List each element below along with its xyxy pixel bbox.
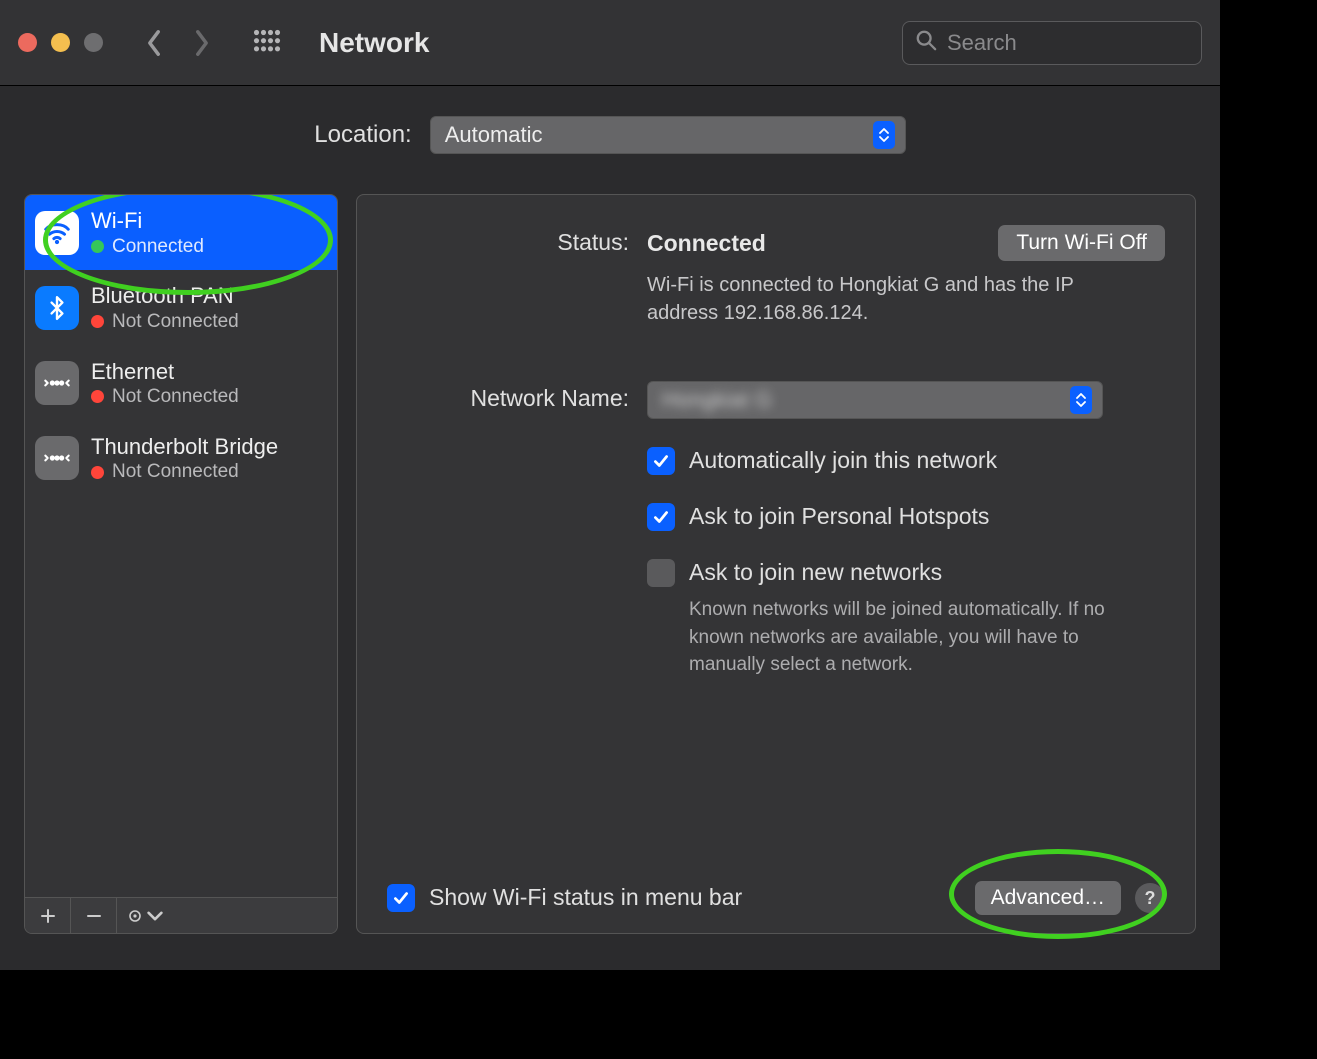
network-name-value: Hongkiat G — [662, 387, 772, 413]
stepper-icon — [873, 121, 895, 149]
auto-join-label: Automatically join this network — [689, 447, 997, 474]
turn-wifi-off-button[interactable]: Turn Wi-Fi Off — [998, 225, 1165, 261]
ask-new-networks-label: Ask to join new networks — [689, 559, 942, 585]
show-all-button[interactable] — [253, 29, 281, 57]
wifi-icon — [35, 211, 79, 255]
toolbar: Network — [0, 0, 1220, 86]
window-controls — [18, 33, 103, 52]
sidebar-item-wifi[interactable]: Wi-Fi Connected — [25, 195, 337, 270]
status-dot-icon — [91, 390, 104, 403]
window-title: Network — [319, 27, 429, 59]
sidebar-footer — [25, 897, 337, 933]
back-button[interactable] — [143, 28, 165, 58]
interfaces-sidebar: Wi-Fi Connected Bluetooth PAN Not Connec… — [24, 194, 338, 934]
location-row: Location: Automatic — [24, 116, 1196, 154]
sidebar-item-status: Connected — [112, 235, 204, 259]
status-description: Wi-Fi is connected to Hongkiat G and has… — [647, 271, 1087, 327]
bluetooth-icon — [35, 286, 79, 330]
search-field[interactable] — [902, 21, 1202, 65]
sidebar-item-status: Not Connected — [112, 310, 239, 334]
status-value: Connected — [647, 230, 766, 257]
sidebar-item-status: Not Connected — [112, 385, 239, 409]
ask-new-networks-checkbox[interactable] — [647, 559, 675, 587]
sidebar-item-status: Not Connected — [112, 460, 239, 484]
status-label: Status: — [387, 225, 629, 327]
actions-menu-button[interactable] — [117, 898, 337, 933]
ask-hotspot-label: Ask to join Personal Hotspots — [689, 503, 989, 530]
status-dot-icon — [91, 466, 104, 479]
help-button[interactable]: ? — [1135, 883, 1165, 913]
add-interface-button[interactable] — [25, 898, 71, 933]
sidebar-item-ethernet[interactable]: Ethernet Not Connected — [25, 346, 337, 421]
sidebar-item-bluetooth-pan[interactable]: Bluetooth PAN Not Connected — [25, 270, 337, 345]
zoom-window-button[interactable] — [84, 33, 103, 52]
minimize-window-button[interactable] — [51, 33, 70, 52]
interfaces-list: Wi-Fi Connected Bluetooth PAN Not Connec… — [25, 195, 337, 897]
status-dot-icon — [91, 315, 104, 328]
show-wifi-menubar-checkbox[interactable] — [387, 884, 415, 912]
auto-join-checkbox[interactable] — [647, 447, 675, 475]
sidebar-item-thunderbolt-bridge[interactable]: Thunderbolt Bridge Not Connected — [25, 421, 337, 496]
sidebar-item-label: Bluetooth PAN — [91, 282, 239, 310]
location-value: Automatic — [445, 122, 543, 148]
ask-hotspot-checkbox[interactable] — [647, 503, 675, 531]
close-window-button[interactable] — [18, 33, 37, 52]
ethernet-icon — [35, 361, 79, 405]
detail-panel: Status: Connected Turn Wi-Fi Off Wi-Fi i… — [356, 194, 1196, 934]
status-dot-icon — [91, 240, 104, 253]
forward-button[interactable] — [191, 28, 213, 58]
location-label: Location: — [314, 121, 411, 149]
advanced-button[interactable]: Advanced… — [975, 881, 1121, 915]
network-name-label: Network Name: — [387, 381, 629, 679]
search-input[interactable] — [947, 30, 1189, 56]
network-name-select[interactable]: Hongkiat G — [647, 381, 1103, 419]
location-select[interactable]: Automatic — [430, 116, 906, 154]
content-area: Location: Automatic — [0, 86, 1220, 954]
sidebar-item-label: Thunderbolt Bridge — [91, 433, 278, 461]
remove-interface-button[interactable] — [71, 898, 117, 933]
search-icon — [915, 29, 937, 57]
sidebar-item-label: Ethernet — [91, 358, 239, 386]
sidebar-item-label: Wi-Fi — [91, 207, 204, 235]
ask-new-networks-hint: Known networks will be joined automatica… — [689, 596, 1119, 679]
thunderbolt-bridge-icon — [35, 436, 79, 480]
stepper-icon — [1070, 386, 1092, 414]
network-preferences-window: Network Location: Automatic — [0, 0, 1220, 970]
show-wifi-menubar-label: Show Wi-Fi status in menu bar — [429, 884, 742, 911]
